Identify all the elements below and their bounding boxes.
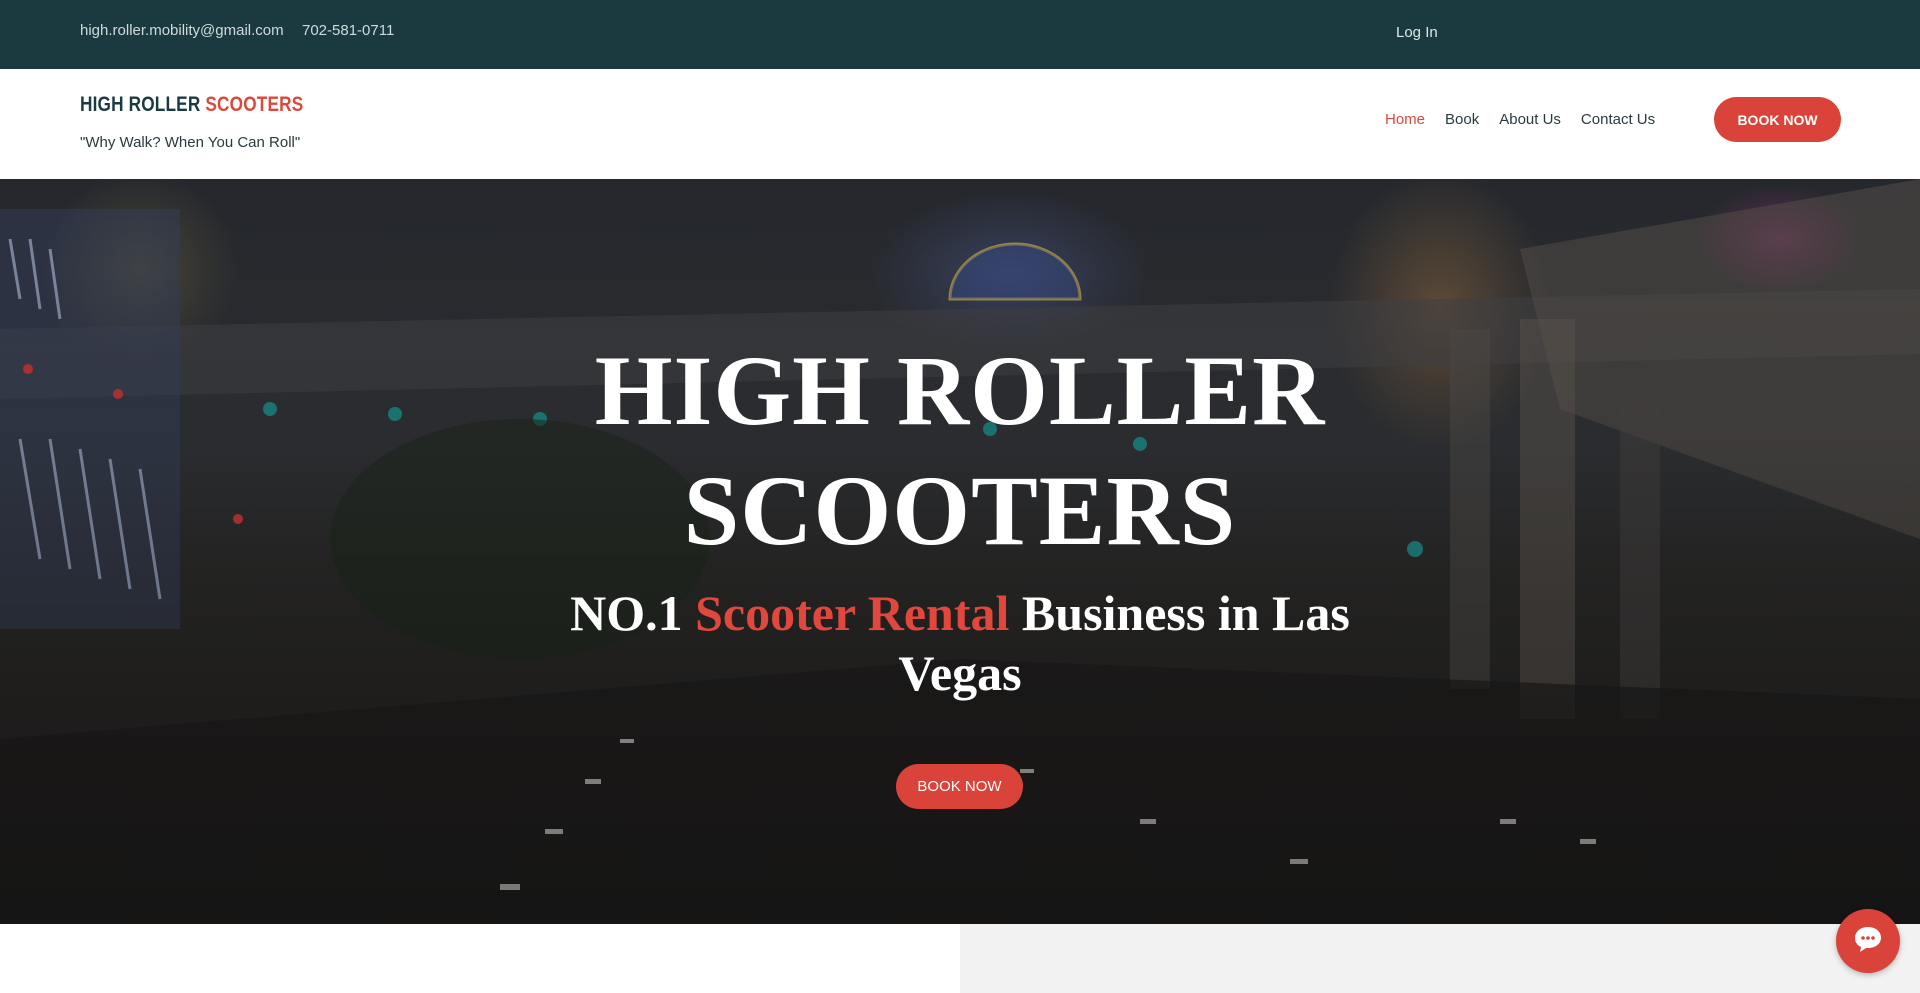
nav-item-home[interactable]: Home	[1385, 111, 1425, 128]
hero-book-now-button[interactable]: BOOK NOW	[896, 764, 1023, 809]
next-section-right	[960, 924, 1920, 993]
contact-email[interactable]: high.roller.mobility@gmail.com	[80, 22, 284, 39]
hero-subtitle-highlight: Scooter Rental	[695, 585, 1010, 641]
nav-item-about-us[interactable]: About Us	[1499, 111, 1561, 128]
site-header: HIGH ROLLER SCOOTERS "Why Walk? When You…	[0, 69, 1920, 179]
brand-name-accent: SCOOTERS	[205, 93, 304, 116]
hero-subtitle-pre: NO.1	[570, 585, 696, 641]
hero-title: HIGH ROLLER SCOOTERS	[0, 331, 1920, 571]
chat-widget-button[interactable]	[1836, 909, 1900, 973]
login-link[interactable]: Log In	[1396, 24, 1438, 41]
chat-icon	[1853, 925, 1883, 958]
nav-item-book[interactable]: Book	[1445, 111, 1479, 128]
nav-item-contact-us[interactable]: Contact Us	[1581, 111, 1655, 128]
site-tagline: "Why Walk? When You Can Roll"	[80, 134, 301, 151]
main-nav: Home Book About Us Contact Us	[1385, 111, 1655, 128]
next-section-left	[0, 924, 960, 993]
contact-phone[interactable]: 702-581-0711	[302, 22, 394, 39]
hero-section: HIGH ROLLER SCOOTERS NO.1 Scooter Rental…	[0, 179, 1920, 924]
hero-title-line-2: SCOOTERS	[683, 455, 1237, 566]
site-logo[interactable]: HIGH ROLLER SCOOTERS	[80, 93, 303, 117]
top-contact-bar: high.roller.mobility@gmail.com 702-581-0…	[0, 0, 1920, 69]
hero-subtitle: NO.1 Scooter Rental Business in Las Vega…	[560, 583, 1360, 703]
brand-name-primary: HIGH ROLLER	[80, 93, 201, 116]
hero-title-line-1: HIGH ROLLER	[594, 335, 1326, 446]
header-book-now-button[interactable]: BOOK NOW	[1714, 97, 1841, 142]
